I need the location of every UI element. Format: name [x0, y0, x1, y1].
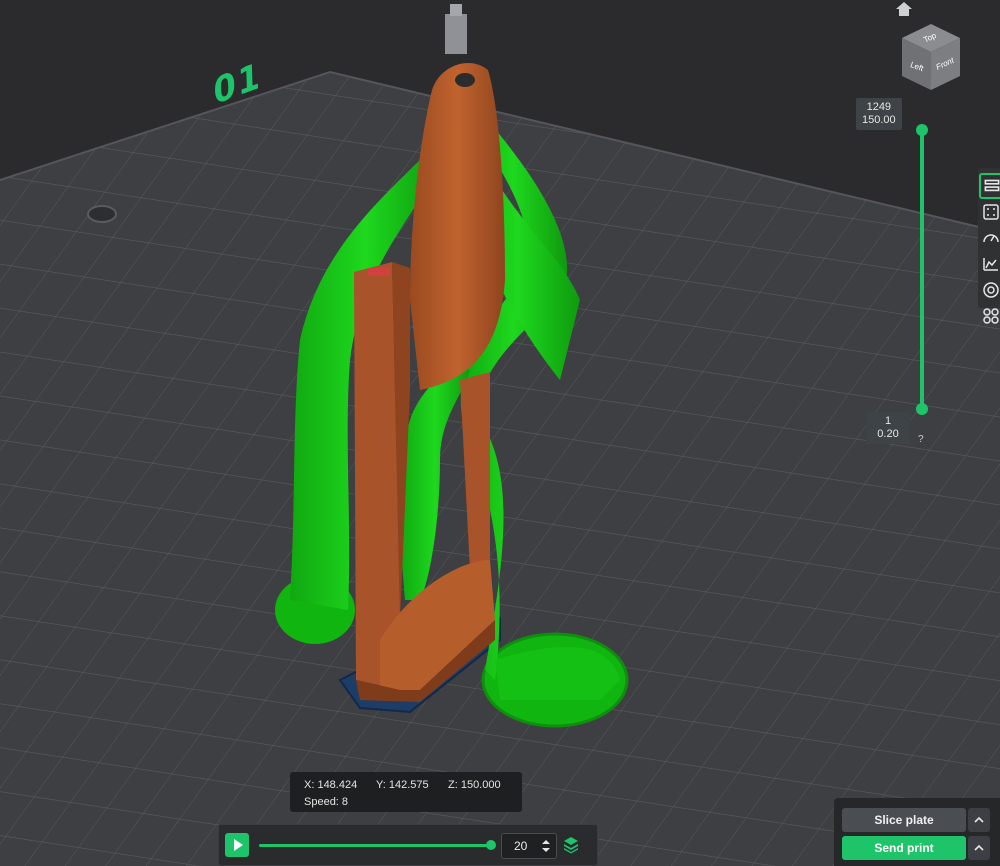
right-toolbar	[978, 168, 1000, 324]
readout-x: X: 148.424	[304, 779, 358, 791]
layers-stack-icon[interactable]	[563, 836, 579, 854]
tool-palette-icon[interactable]	[981, 306, 1000, 326]
playback-progress-fill	[259, 844, 491, 847]
layer-top-number: 1249	[866, 101, 892, 113]
spinner-arrows-icon[interactable]	[540, 837, 552, 855]
readout-z: Z: 150.000	[448, 779, 501, 791]
layer-bottom-readout: 1 0.20	[866, 412, 910, 444]
3d-viewport[interactable]	[0, 0, 1000, 866]
layer-bottom-height: 0.20	[877, 428, 899, 440]
layer-bottom-number: 1	[884, 415, 892, 427]
position-readout: X: 148.424 Y: 142.575 Z: 150.000 Speed: …	[290, 772, 522, 812]
playback-speed-value: 20	[514, 839, 528, 853]
layer-view-icon[interactable]	[979, 173, 1000, 199]
layer-slider-top-handle[interactable]	[916, 124, 928, 136]
readout-speed: Speed: 8	[304, 796, 349, 808]
readout-y: Y: 142.575	[376, 779, 429, 791]
playback-progress-handle[interactable]	[486, 840, 496, 850]
speed-gauge-icon[interactable]	[981, 228, 1000, 248]
home-icon[interactable]	[894, 0, 914, 18]
play-button[interactable]	[225, 833, 249, 857]
view-navigation-cube[interactable]: Top Left Front	[898, 22, 964, 92]
layer-slider-bottom-handle[interactable]	[916, 403, 928, 415]
slice-plate-button[interactable]: Slice plate	[842, 808, 966, 832]
chart-icon[interactable]	[981, 254, 1000, 274]
nozzle	[445, 4, 467, 54]
send-print-button[interactable]: Send print	[842, 836, 966, 860]
playback-progress-track[interactable]	[259, 840, 496, 850]
target-icon[interactable]	[981, 280, 1000, 300]
chevron-up-icon	[974, 844, 984, 851]
chevron-up-icon	[974, 816, 984, 823]
play-icon	[234, 839, 243, 851]
send-options-button[interactable]	[968, 836, 990, 860]
grid-view-icon[interactable]	[981, 202, 1000, 222]
layer-top-height: 150.00	[862, 114, 896, 126]
layer-slider-track[interactable]	[920, 129, 924, 409]
playback-speed-input[interactable]: 20	[501, 833, 557, 859]
layer-help-button[interactable]: ?	[918, 434, 924, 445]
slice-options-button[interactable]	[968, 808, 990, 832]
layer-top-readout: 1249 150.00	[856, 98, 902, 130]
playback-bar: 20	[218, 824, 598, 866]
